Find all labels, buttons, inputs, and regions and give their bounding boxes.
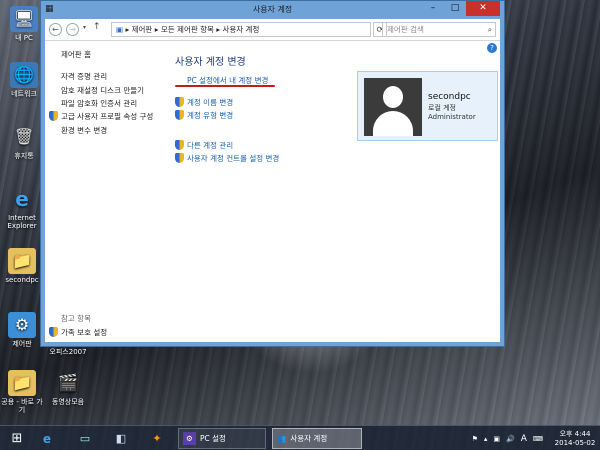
internet-explorer-icon: e	[42, 431, 52, 446]
change-account-type-link[interactable]: 계정 유형 변경	[175, 110, 233, 121]
desktop-icon-label: 동영상모음	[51, 398, 85, 406]
user-account-card: secondpc 로컬 계정 Administrator	[357, 71, 498, 141]
desktop-icon-control-panel[interactable]: ⚙ 제어판	[0, 312, 44, 348]
uac-shield-icon	[49, 327, 58, 337]
user-accounts-icon: 👥	[277, 434, 287, 443]
nav-link-family-safety[interactable]: 가족 보호 설정	[49, 327, 107, 338]
nav-link-encryption-certificates[interactable]: 파일 암호화 인증서 관리	[61, 98, 137, 109]
window-controls: – □ ✕	[422, 1, 500, 16]
windows-logo-icon: ⊞	[11, 431, 23, 446]
search-placeholder: 제어판 검색	[387, 25, 424, 34]
uac-settings-link[interactable]: 사용자 계정 컨트롤 설정 변경	[175, 153, 279, 164]
avatar	[364, 78, 422, 136]
manage-other-accounts-link[interactable]: 다른 계정 관리	[175, 140, 233, 151]
back-arrow-icon[interactable]: ←	[49, 23, 62, 36]
network-status-icon[interactable]: ▣	[493, 435, 500, 443]
breadcrumb-text: ▸ 제어판 ▸ 모든 제어판 항목 ▸ 사용자 계정	[125, 25, 260, 34]
control-panel-icon: ⚙	[8, 312, 36, 338]
user-account-info: 로컬 계정 Administrator	[428, 104, 476, 122]
folder-shortcut-icon: 📁	[8, 370, 36, 396]
start-button[interactable]: ⊞	[4, 428, 30, 449]
taskbar-item-user-accounts[interactable]: 👥 사용자 계정	[272, 428, 362, 449]
taskbar: ⊞ e ▭ ◧ ✦ ⚙ PC 설정 👥 사용자 계정 ⚑ ▴ ▣ 🔊 A ⌨ 오…	[0, 425, 600, 450]
uac-shield-icon	[175, 140, 184, 150]
nav-link-advanced-profile-properties[interactable]: 고급 사용자 프로필 속성 구성	[49, 111, 153, 122]
desktop-icon-secondpc[interactable]: 📁 secondpc	[0, 248, 44, 284]
flag-icon[interactable]: ⚑	[472, 435, 478, 443]
taskbar-pin-store[interactable]: ◧	[108, 428, 134, 449]
forward-arrow-icon[interactable]: →	[66, 23, 79, 36]
help-icon[interactable]: ?	[487, 43, 497, 53]
taskbar-pin-media[interactable]: ✦	[144, 428, 170, 449]
nav-link-password-reset-disk[interactable]: 암호 재설정 디스크 만들기	[61, 85, 144, 96]
search-icon[interactable]: ⌕	[488, 23, 492, 36]
network-icon: 🌐	[10, 62, 38, 88]
video-icon: 🎬	[58, 373, 78, 392]
gear-icon: ⚙	[183, 432, 196, 445]
desktop-icon-label: 공용 - 바로 가기	[1, 398, 43, 414]
window-content: ? 제어판 홈 자격 증명 관리 암호 재설정 디스크 만들기 파일 암호화 인…	[45, 41, 500, 342]
volume-icon[interactable]: 🔊	[506, 435, 515, 443]
user-silhouette-body	[373, 111, 413, 136]
recent-chevron-icon[interactable]: ▾	[83, 24, 86, 31]
account-role: Administrator	[428, 113, 476, 121]
input-method-indicator[interactable]: A	[521, 434, 527, 444]
desktop-icon-label: 내 PC	[15, 34, 33, 42]
taskbar-pin-app[interactable]: ▭	[72, 428, 98, 449]
see-also-heading: 참고 항목	[61, 314, 91, 323]
uac-shield-icon	[49, 111, 58, 121]
media-icon: ✦	[152, 432, 162, 445]
close-button[interactable]: ✕	[466, 1, 500, 16]
address-bar: ← → ▾ ↑ ▣ ▸ 제어판 ▸ 모든 제어판 항목 ▸ 사용자 계정 ⟳ 제…	[45, 19, 500, 41]
account-type: 로컬 계정	[428, 104, 456, 112]
user-silhouette-head	[383, 86, 403, 108]
nav-link-environment-variables[interactable]: 환경 변수 변경	[61, 125, 107, 136]
up-arrow-icon[interactable]: ↑	[93, 22, 101, 32]
uac-shield-icon	[175, 110, 184, 120]
app-icon: ▭	[79, 432, 91, 445]
control-panel-home-link[interactable]: 제어판 홈	[61, 49, 91, 60]
user-folder-icon: 📁	[8, 248, 36, 274]
recycle-bin-icon: 🗑	[13, 127, 35, 146]
title-bar[interactable]: ▦ 사용자 계정 – □ ✕	[41, 1, 504, 19]
uac-shield-icon	[175, 97, 184, 107]
monitor-icon: 🖥	[10, 6, 38, 32]
nav-link-credential-manager[interactable]: 자격 증명 관리	[61, 71, 107, 82]
left-navigation: 제어판 홈 자격 증명 관리 암호 재설정 디스크 만들기 파일 암호화 인증서…	[45, 41, 171, 342]
change-account-name-link[interactable]: 계정 이름 변경	[175, 97, 233, 108]
desktop-icon-label: Internet Explorer	[7, 214, 37, 230]
desktop-icon-videos[interactable]: 🎬 동영상모음	[46, 370, 90, 407]
desktop-icon-public-shortcut[interactable]: 📁 공용 - 바로 가기	[0, 370, 44, 414]
taskbar-explorer-pin[interactable]: e	[34, 428, 60, 449]
breadcrumb[interactable]: ▣ ▸ 제어판 ▸ 모든 제어판 항목 ▸ 사용자 계정	[111, 22, 371, 37]
system-tray: ⚑ ▴ ▣ 🔊 A ⌨ 오후 4:44 2014-05-02	[469, 428, 598, 449]
control-panel-icon: ▣	[116, 25, 124, 34]
page-title: 사용자 계정 변경	[175, 57, 246, 68]
uac-shield-icon	[175, 153, 184, 163]
user-accounts-window: ▦ 사용자 계정 – □ ✕ ← → ▾ ↑ ▣ ▸ 제어판 ▸ 모든 제어판 …	[40, 0, 505, 347]
red-annotation-underline	[175, 85, 275, 87]
search-input[interactable]: 제어판 검색 ⌕	[382, 22, 496, 37]
internet-explorer-icon: e	[15, 187, 29, 211]
desktop-icon-label: secondpc	[5, 276, 39, 284]
desktop-partial-label: 오피스2007	[49, 348, 87, 356]
minimize-button[interactable]: –	[422, 1, 444, 16]
desktop-icon-label: 네트워크	[11, 90, 37, 98]
desktop-icon-label: 제어판	[12, 340, 32, 348]
store-icon: ◧	[115, 432, 127, 445]
keyboard-icon[interactable]: ⌨	[533, 435, 543, 443]
clock[interactable]: 오후 4:44 2014-05-02	[552, 430, 598, 448]
desktop-icon-internet-explorer[interactable]: e Internet Explorer	[0, 186, 44, 230]
clock-time: 오후 4:44	[559, 429, 591, 438]
show-hidden-icons-chevron-icon[interactable]: ▴	[484, 435, 488, 443]
clock-date: 2014-05-02	[554, 438, 596, 447]
maximize-button[interactable]: □	[444, 1, 466, 16]
desktop-icon-label: 휴지통	[14, 152, 34, 160]
taskbar-item-pc-settings[interactable]: ⚙ PC 설정	[178, 428, 266, 449]
user-name: secondpc	[428, 92, 471, 102]
